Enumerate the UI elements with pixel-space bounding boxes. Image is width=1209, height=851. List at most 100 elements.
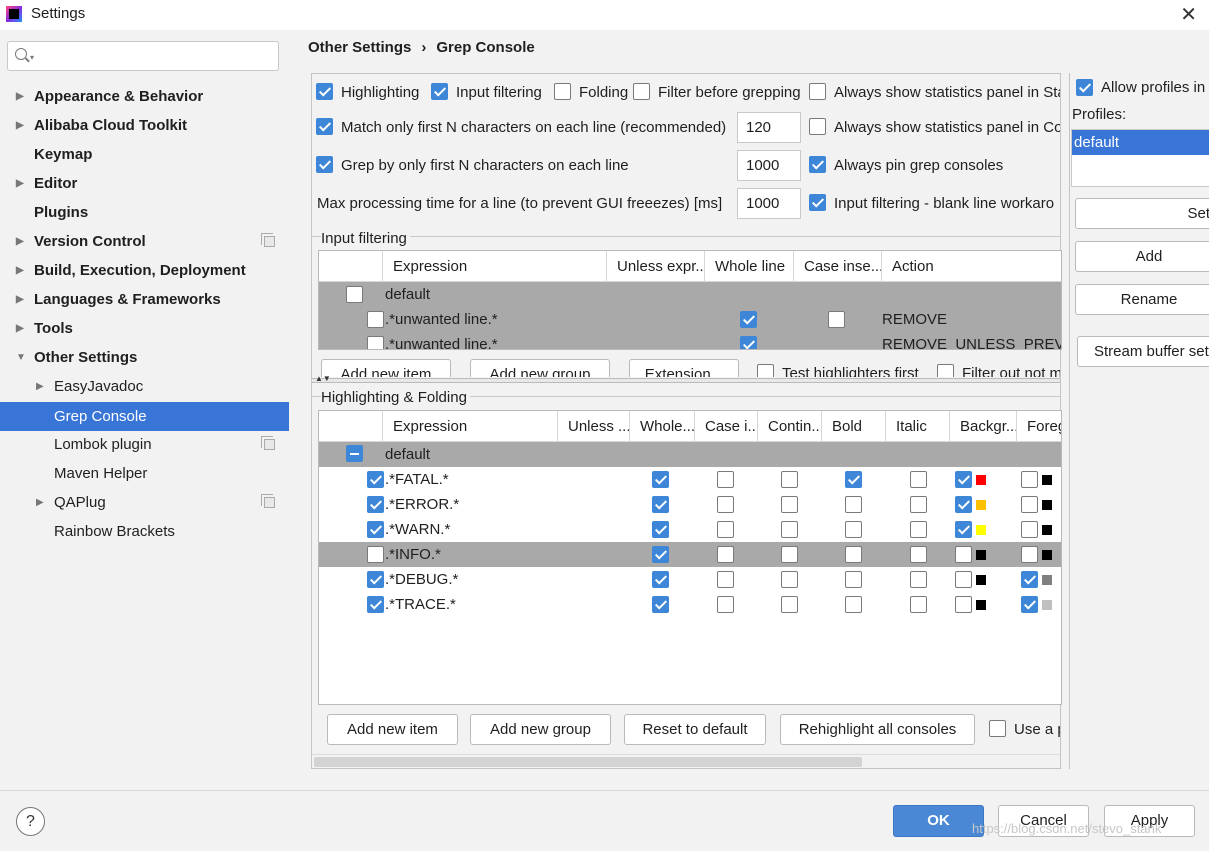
italic-checkbox[interactable] [910, 521, 927, 538]
table-row[interactable]: .*unwanted line.* REMOVE [319, 307, 1061, 332]
continue-checkbox[interactable] [781, 546, 798, 563]
sidebar-item-maven-helper[interactable]: Maven Helper [0, 459, 289, 488]
ok-button[interactable]: OK [893, 805, 984, 837]
bold-checkbox[interactable] [845, 471, 862, 488]
bold-checkbox[interactable] [845, 596, 862, 613]
column-header-expression[interactable]: Expression [383, 411, 558, 442]
reset-to-default-button[interactable]: Reset to default [624, 714, 766, 745]
extension-button[interactable]: Extension... [629, 359, 739, 377]
input-filtering-checkbox[interactable] [431, 83, 448, 100]
background-checkbox[interactable] [955, 596, 972, 613]
profiles-list[interactable]: default [1071, 129, 1209, 187]
row-enabled-checkbox[interactable] [367, 336, 384, 349]
foreground-checkbox[interactable] [1021, 496, 1038, 513]
panel-splitter[interactable]: ▲▼ [312, 374, 1060, 383]
continue-checkbox[interactable] [781, 496, 798, 513]
column-header-bold[interactable]: Bold [822, 411, 886, 442]
collapse-arrow-icon[interactable]: ▼ [16, 343, 26, 372]
test-highlighters-checkbox[interactable] [757, 364, 774, 377]
whole-line-checkbox[interactable] [652, 596, 669, 613]
whole-line-checkbox[interactable] [652, 546, 669, 563]
bold-checkbox[interactable] [845, 546, 862, 563]
table-row[interactable]: .*ERROR.* [319, 492, 1061, 517]
case-insensitive-checkbox[interactable] [717, 471, 734, 488]
set-button[interactable]: Set [1075, 198, 1209, 229]
filter-out-checkbox[interactable] [937, 364, 954, 377]
splitter-arrows-icon[interactable]: ▲▼ [315, 374, 331, 383]
always-stats-co-checkbox[interactable] [809, 118, 826, 135]
sidebar-item-other-settings[interactable]: ▼ Other Settings [0, 343, 289, 372]
match-first-n-input[interactable]: 120 [737, 112, 801, 143]
expand-arrow-icon[interactable]: ▶ [36, 488, 44, 517]
row-enabled-checkbox[interactable] [367, 311, 384, 328]
foreground-color-swatch[interactable] [1042, 600, 1052, 610]
table-row[interactable]: .*unwanted line.* REMOVE_UNLESS_PREVIOU [319, 332, 1061, 349]
row-enabled-checkbox[interactable] [367, 471, 384, 488]
continue-checkbox[interactable] [781, 471, 798, 488]
row-enabled-checkbox[interactable] [346, 286, 363, 303]
foreground-checkbox[interactable] [1021, 571, 1038, 588]
stream-buffer-settings-button[interactable]: Stream buffer set [1077, 336, 1209, 367]
scrollbar-thumb[interactable] [314, 757, 862, 767]
continue-checkbox[interactable] [781, 571, 798, 588]
row-enabled-checkbox[interactable] [367, 596, 384, 613]
blank-line-workaround-checkbox[interactable] [809, 194, 826, 211]
column-header-action[interactable]: Action [882, 251, 1061, 282]
column-header-foreground[interactable]: Foreg [1017, 411, 1061, 442]
background-checkbox[interactable] [955, 546, 972, 563]
column-header-case-insensitive[interactable]: Case inse... [794, 251, 882, 282]
folding-checkbox[interactable] [554, 83, 571, 100]
sidebar-item-rainbow-brackets[interactable]: Rainbow Brackets [0, 517, 289, 546]
column-header-background[interactable]: Backgr... [950, 411, 1017, 442]
sidebar-item-alibaba[interactable]: ▶ Alibaba Cloud Toolkit [0, 111, 289, 140]
add-new-group-button[interactable]: Add new group [470, 359, 610, 377]
whole-line-checkbox[interactable] [652, 521, 669, 538]
sidebar-item-easyjavadoc[interactable]: ▶ EasyJavadoc [0, 372, 289, 401]
background-color-swatch[interactable] [976, 550, 986, 560]
filter-before-grepping-checkbox[interactable] [633, 83, 650, 100]
always-stats-sta-checkbox[interactable] [809, 83, 826, 100]
expand-arrow-icon[interactable]: ▶ [16, 111, 24, 140]
italic-checkbox[interactable] [910, 496, 927, 513]
bold-checkbox[interactable] [845, 571, 862, 588]
sidebar-item-tools[interactable]: ▶ Tools [0, 314, 289, 343]
always-pin-checkbox[interactable] [809, 156, 826, 173]
grep-first-n-checkbox[interactable] [316, 156, 333, 173]
use-a-checkbox[interactable] [989, 720, 1006, 737]
add-new-item-button[interactable]: Add new item [327, 714, 458, 745]
foreground-color-swatch[interactable] [1042, 500, 1052, 510]
help-icon[interactable]: ? [16, 807, 45, 836]
foreground-checkbox[interactable] [1021, 546, 1038, 563]
foreground-color-swatch[interactable] [1042, 575, 1052, 585]
close-icon[interactable]: ✕ [1180, 2, 1197, 27]
background-color-swatch[interactable] [976, 600, 986, 610]
whole-line-checkbox[interactable] [652, 471, 669, 488]
search-input[interactable]: ▾ [7, 41, 279, 71]
italic-checkbox[interactable] [910, 596, 927, 613]
column-header-unless[interactable]: Unless ... [558, 411, 630, 442]
table-row[interactable]: .*INFO.* [319, 542, 1061, 567]
column-header-case-insensitive[interactable]: Case i... [695, 411, 758, 442]
group-enabled-checkbox[interactable] [346, 445, 363, 462]
column-header-whole-line[interactable]: Whole... [630, 411, 695, 442]
row-enabled-checkbox[interactable] [367, 496, 384, 513]
table-row[interactable]: .*TRACE.* [319, 592, 1061, 617]
bold-checkbox[interactable] [845, 521, 862, 538]
foreground-color-swatch[interactable] [1042, 475, 1052, 485]
column-header-unless[interactable]: Unless expr... [607, 251, 705, 282]
add-new-item-button[interactable]: Add new item [321, 359, 451, 377]
case-insensitive-checkbox[interactable] [717, 571, 734, 588]
add-new-group-button[interactable]: Add new group [470, 714, 611, 745]
max-processing-input[interactable]: 1000 [737, 188, 801, 219]
sidebar-item-editor[interactable]: ▶ Editor [0, 169, 289, 198]
background-checkbox[interactable] [955, 571, 972, 588]
expand-arrow-icon[interactable]: ▶ [16, 285, 24, 314]
italic-checkbox[interactable] [910, 571, 927, 588]
foreground-color-swatch[interactable] [1042, 550, 1052, 560]
italic-checkbox[interactable] [910, 546, 927, 563]
expand-arrow-icon[interactable]: ▶ [16, 169, 24, 198]
background-checkbox[interactable] [955, 471, 972, 488]
grep-first-n-input[interactable]: 1000 [737, 150, 801, 181]
match-first-n-checkbox[interactable] [316, 118, 333, 135]
expand-arrow-icon[interactable]: ▶ [16, 82, 24, 111]
